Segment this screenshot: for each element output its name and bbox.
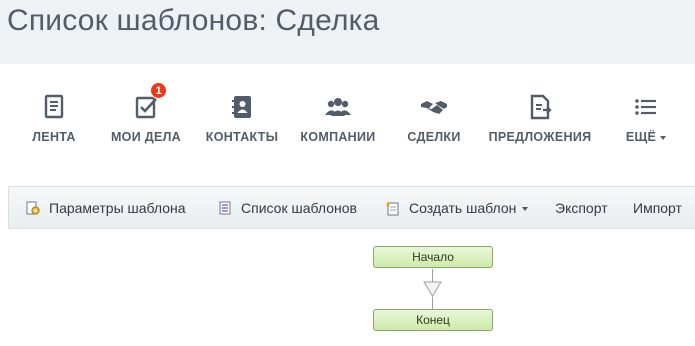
handshake-icon — [419, 92, 449, 122]
workflow-arrow-icon — [423, 281, 442, 297]
workflow-start-node[interactable]: Начало — [373, 246, 493, 268]
workflow-node-label: Конец — [416, 313, 450, 327]
workflow-node-label: Начало — [412, 250, 454, 264]
toolbar-label: Импорт — [633, 200, 682, 216]
page-header: Список шаблонов: Сделка — [0, 0, 695, 64]
nav-item-my-tasks[interactable]: 1 МОИ ДЕЛА — [100, 82, 192, 160]
page-title: Список шаблонов: Сделка — [7, 4, 380, 37]
list-icon — [217, 200, 233, 216]
toolbar-label: Параметры шаблона — [49, 200, 186, 216]
new-document-icon — [385, 200, 401, 216]
nav-label: КОНТАКТЫ — [205, 130, 279, 144]
nav-item-companies[interactable]: КОМПАНИИ — [292, 90, 384, 160]
toolbar-label: Создать шаблон — [409, 200, 517, 216]
create-template-button[interactable]: Создать шаблон — [385, 187, 529, 230]
nav-label: СДЕЛКИ — [407, 130, 461, 144]
chevron-down-icon — [522, 207, 529, 212]
contact-book-icon — [227, 92, 257, 122]
import-button[interactable]: Импорт — [633, 187, 682, 230]
workflow-toolbar: Параметры шаблона Список шаблонов Создат… — [8, 186, 695, 229]
toolbar-label: Список шаблонов — [241, 200, 357, 216]
nav-item-contacts[interactable]: КОНТАКТЫ — [196, 90, 288, 160]
main-navigation: ЛЕНТА 1 МОИ ДЕЛА КОНТАКТЫ КОМПАНИИ СДЕЛК… — [0, 64, 695, 186]
nav-item-deals[interactable]: СДЕЛКИ — [388, 90, 480, 160]
workflow-end-node[interactable]: Конец — [373, 309, 493, 331]
nav-label: КОМПАНИИ — [300, 130, 376, 144]
export-button[interactable]: Экспорт — [555, 187, 608, 230]
tasks-check-icon: 1 — [131, 82, 167, 122]
connector-line — [432, 297, 433, 309]
nav-label-with-dropdown: ЕЩЁ — [600, 130, 692, 144]
nav-item-offers[interactable]: ПРЕДЛОЖЕНИЯ — [484, 90, 596, 160]
notification-badge: 1 — [150, 82, 167, 99]
settings-gear-icon — [25, 200, 41, 216]
people-group-icon — [323, 92, 353, 122]
menu-list-icon — [631, 92, 661, 122]
document-arrow-icon — [525, 92, 555, 122]
feed-icon — [39, 92, 69, 122]
nav-label: МОИ ДЕЛА — [110, 130, 182, 144]
nav-item-more[interactable]: ЕЩЁ — [600, 90, 692, 160]
toolbar-label: Экспорт — [555, 200, 608, 216]
chevron-down-icon — [660, 135, 667, 140]
nav-label: ЛЕНТА — [32, 130, 76, 144]
template-list-button[interactable]: Список шаблонов — [217, 187, 357, 230]
nav-item-feed[interactable]: ЛЕНТА — [8, 90, 100, 160]
template-params-button[interactable]: Параметры шаблона — [25, 187, 186, 230]
nav-label: ПРЕДЛОЖЕНИЯ — [488, 130, 592, 144]
workflow-diagram: Начало Конец — [0, 229, 695, 346]
nav-label: ЕЩЁ — [625, 130, 657, 144]
